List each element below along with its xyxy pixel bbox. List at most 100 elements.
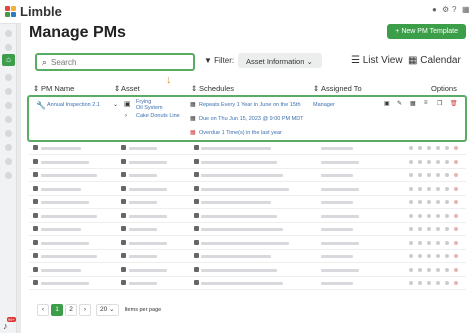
list-icon[interactable]: ≡ [424, 100, 428, 106]
option-placeholder-icon [445, 146, 449, 150]
wrench-icon [33, 266, 38, 272]
schedule-overdue[interactable]: Overdue 1 Time(s) in the last year [199, 130, 282, 136]
schedule-repeat[interactable]: Repeats Every 1 Year in June on the 15th [199, 102, 301, 108]
asset-cube-icon: ▣ [124, 101, 131, 108]
calendar-icon [194, 266, 199, 272]
rail-item-icon[interactable] [5, 144, 12, 151]
gear-icon[interactable]: ⚙ [442, 6, 449, 14]
list-view-toggle[interactable]: ☰ List View [351, 55, 403, 66]
option-placeholder-icon [418, 281, 422, 285]
rail-item-icon[interactable] [5, 88, 12, 95]
rail-item-icon[interactable] [5, 130, 12, 137]
rail-item-icon[interactable] [5, 116, 12, 123]
col-options: Options [431, 84, 457, 93]
schedule-bar [201, 214, 277, 218]
schedule-bar [201, 255, 271, 258]
option-placeholder-icon [436, 186, 440, 191]
col-assigned-to[interactable]: Assigned To [321, 84, 362, 93]
edit-icon[interactable]: ✎ [397, 100, 402, 107]
option-placeholder-icon [436, 173, 440, 177]
assigned-bar [321, 228, 353, 231]
table-row-placeholder [29, 157, 466, 169]
sort-icon[interactable]: ⇕ [313, 84, 319, 93]
option-placeholder-icon [409, 227, 413, 231]
asset-child-link[interactable]: Cake Donuts Line [136, 113, 180, 119]
bell-icon[interactable]: ● [432, 6, 438, 14]
calendar-icon [194, 226, 199, 231]
home-icon[interactable]: ⌂ [2, 54, 15, 66]
pm-name-link[interactable]: Annual Inspection 2.1 [47, 102, 100, 108]
search-input[interactable] [51, 57, 182, 67]
asset-bar [129, 147, 157, 150]
rail-item-icon[interactable] [5, 44, 12, 51]
table-row-placeholder [29, 238, 466, 250]
rail-item-icon[interactable] [5, 158, 12, 165]
calendar-icon [194, 280, 199, 285]
option-placeholder-icon [445, 267, 449, 272]
table-row-highlighted[interactable]: 🔧 Annual Inspection 2.1 ⌄ ▣ Frying Oil S… [27, 95, 467, 142]
table-row-placeholder [29, 197, 466, 209]
option-placeholder-icon [418, 146, 422, 150]
option-placeholder-icon [418, 240, 422, 245]
assigned-to-link[interactable]: Manager [313, 102, 335, 108]
app-logo[interactable]: Limble [5, 4, 62, 19]
col-asset[interactable]: Asset [121, 84, 140, 93]
top-icons: ● ⚙ ? ▦ [432, 6, 470, 14]
page-button-2[interactable]: 2 [65, 304, 77, 316]
search-box[interactable]: ⌕ [35, 53, 195, 71]
table-row-placeholder [29, 251, 466, 263]
filter-label: ▼ Filter: [204, 56, 234, 65]
col-pm-name[interactable]: PM Name [41, 84, 74, 93]
copy-icon[interactable]: ❐ [437, 100, 442, 107]
sort-icon[interactable]: ⇕ [114, 84, 120, 93]
option-placeholder-icon [427, 213, 431, 218]
help-icon[interactable]: ? [452, 6, 458, 14]
rail-item-icon[interactable] [5, 102, 12, 109]
asset-bar [129, 282, 157, 285]
col-schedules[interactable]: Schedules [199, 84, 234, 93]
option-placeholder-icon [436, 267, 440, 272]
asset-bar [129, 228, 157, 231]
asset-bar [129, 187, 167, 191]
next-page-button[interactable]: › [79, 304, 91, 316]
new-pm-template-button[interactable]: + New PM Template [387, 24, 466, 39]
per-page-select[interactable]: 20 ⌄ [96, 304, 119, 316]
schedule-bar [201, 187, 289, 191]
option-placeholder-icon [418, 173, 422, 177]
assigned-bar [321, 241, 359, 245]
option-placeholder-icon [427, 159, 431, 164]
chevron-down-icon[interactable]: ⌄ [113, 101, 118, 108]
option-placeholder-icon [409, 213, 413, 218]
filter-select[interactable]: Asset Information ⌄ [238, 53, 322, 68]
schedule-due[interactable]: Due on Thu Jun 15, 2023 @ 9:00 PM MDT [199, 116, 304, 122]
asset-parent-link-2[interactable]: Oil System [136, 105, 163, 111]
sort-icon[interactable]: ⇕ [191, 84, 197, 93]
name-bar [41, 214, 97, 218]
option-placeholder-icon [409, 240, 413, 245]
assigned-bar [321, 187, 359, 191]
option-placeholder-icon [427, 267, 431, 272]
calendar-alert-icon: ▦ [190, 130, 196, 136]
sort-icon[interactable]: ⇕ [33, 84, 39, 93]
trash-icon[interactable]: 🗑 [450, 100, 458, 107]
option-placeholder-icon [427, 240, 431, 245]
preview-icon[interactable]: ▣ [384, 100, 390, 107]
asset-bar [129, 255, 157, 258]
chevron-right-icon[interactable]: › [125, 113, 127, 119]
calendar-icon [194, 185, 199, 191]
rail-item-icon[interactable] [5, 74, 12, 81]
grid-icon[interactable]: ▦ [462, 6, 470, 14]
filter-icon: ▼ [204, 56, 215, 65]
calendar-view-toggle[interactable]: ▦ Calendar [408, 55, 461, 66]
rail-item-icon[interactable] [5, 30, 12, 37]
page-button-1[interactable]: 1 [51, 304, 63, 316]
name-bar [41, 282, 89, 285]
rail-item-icon[interactable] [5, 172, 12, 179]
option-placeholder-icon [418, 213, 422, 218]
prev-page-button[interactable]: ‹ [37, 304, 49, 316]
left-rail: ⌂ 99+ ♪ [0, 24, 17, 333]
qr-code-icon[interactable]: ▦ [410, 100, 416, 107]
option-placeholder-icon [409, 200, 413, 204]
filter-label-text: Filter: [214, 56, 235, 65]
bell-icon[interactable]: ♪ [3, 321, 14, 331]
